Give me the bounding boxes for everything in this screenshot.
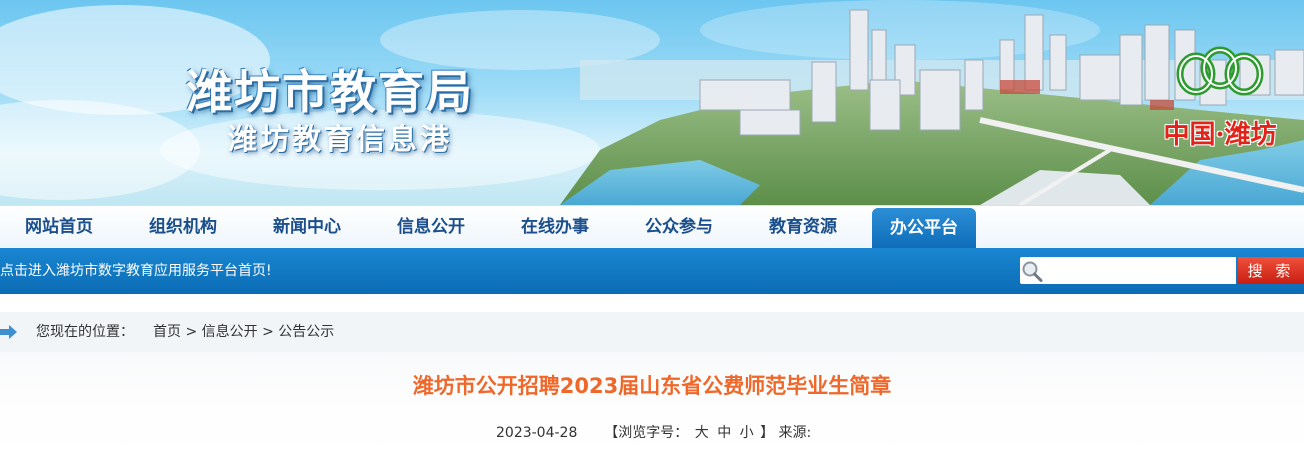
city-mark: 中国·潍坊 xyxy=(1140,40,1300,160)
notice-search-bar: 点击进入潍坊市数字教育应用服务平台首页! 搜 索 xyxy=(0,248,1304,294)
site-title: 潍坊市教育局 xyxy=(186,65,474,119)
header-banner: 潍坊市教育局 潍坊教育信息港 中国·潍坊 xyxy=(0,0,1304,205)
nav-item-organization[interactable]: 组织机构 xyxy=(128,206,238,249)
site-subtitle: 潍坊教育信息港 xyxy=(228,122,453,156)
nav-item-disclosure[interactable]: 信息公开 xyxy=(376,206,486,249)
breadcrumb-disclosure[interactable]: 信息公开 xyxy=(202,324,258,340)
article: 潍坊市公开招聘2023届山东省公费师范毕业生简章 2023-04-28 【浏览字… xyxy=(0,352,1304,458)
nav-item-office-platform[interactable]: 办公平台 xyxy=(872,208,976,249)
article-date: 2023-04-28 xyxy=(496,425,578,441)
platform-notice-link[interactable]: 点击进入潍坊市数字教育应用服务平台首页! xyxy=(0,248,272,294)
breadcrumb-prefix: 您现在的位置： xyxy=(36,324,134,340)
font-size-medium[interactable]: 中 xyxy=(717,422,731,442)
font-size-large[interactable]: 大 xyxy=(695,422,709,442)
search-button[interactable]: 搜 索 xyxy=(1238,257,1304,284)
nav-item-participation[interactable]: 公众参与 xyxy=(624,206,734,249)
article-meta: 2023-04-28 【浏览字号： 大 中 小 】 来源: xyxy=(496,422,811,442)
nav-item-news[interactable]: 新闻中心 xyxy=(252,206,362,249)
three-ring-logo-icon xyxy=(1176,46,1264,96)
city-mark-label: 中国·潍坊 xyxy=(1163,120,1277,150)
article-title: 潍坊市公开招聘2023届山东省公费师范毕业生简章 xyxy=(412,374,892,398)
font-size-prefix: 【浏览字号： xyxy=(604,425,689,441)
font-size-small[interactable]: 小 xyxy=(740,422,754,442)
breadcrumb-home[interactable]: 首页 xyxy=(153,324,181,340)
nav-item-resources[interactable]: 教育资源 xyxy=(748,206,858,249)
arrow-right-icon xyxy=(0,325,17,339)
nav-item-home[interactable]: 网站首页 xyxy=(4,206,114,249)
breadcrumb-separator: > xyxy=(185,324,198,340)
font-size-suffix: 】 xyxy=(760,425,775,441)
nav-item-online-service[interactable]: 在线办事 xyxy=(500,206,610,249)
breadcrumb-announcements[interactable]: 公告公示 xyxy=(278,324,334,340)
article-source-label: 来源: xyxy=(778,425,812,441)
spacer-bar xyxy=(0,294,1304,312)
search-input[interactable] xyxy=(1044,257,1236,284)
breadcrumb: 您现在的位置： 首页 > 信息公开 > 公告公示 xyxy=(0,312,1304,352)
breadcrumb-separator: > xyxy=(262,324,274,340)
main-nav: 网站首页 组织机构 新闻中心 信息公开 在线办事 公众参与 教育资源 办公平台 xyxy=(0,205,1304,249)
magnifier-icon xyxy=(1020,257,1044,284)
